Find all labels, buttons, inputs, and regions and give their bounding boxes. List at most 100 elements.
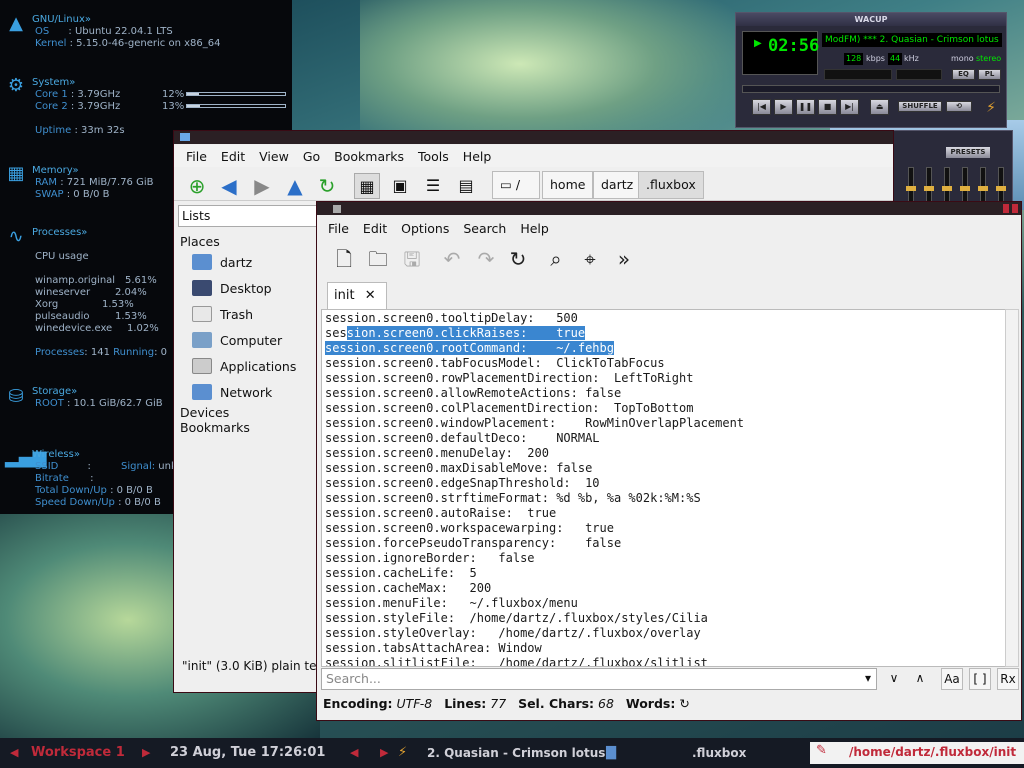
- winamp-title[interactable]: WACUP: [736, 13, 1006, 26]
- editor-scrollbar[interactable]: [1005, 309, 1019, 667]
- fm-statusbar: "init" (3.0 KiB) plain text: [182, 659, 322, 673]
- winamp-time: 02:56: [768, 36, 820, 56]
- task-winamp[interactable]: 2. Quasian - Crimson lotus (: [427, 738, 615, 768]
- fm-titlebar[interactable]: [174, 131, 893, 144]
- up-icon[interactable]: ▲: [282, 173, 308, 199]
- fm-toolbar: ⊕ ◀ ▶ ▲ ↻ ▦ ▣ ☰ ▤ ▭ / home dartz .fluxbox: [174, 169, 893, 201]
- task-file-manager[interactable]: .fluxbox: [692, 738, 746, 768]
- fm-menu-help[interactable]: Help: [456, 145, 499, 167]
- winamp-window[interactable]: WACUP ▶ 02:56 ModFM) *** 2. Quasian - Cr…: [735, 12, 1007, 128]
- gnu-title: GNU/Linux»: [32, 14, 91, 25]
- eq-slider[interactable]: [906, 167, 916, 203]
- cpu-icon: ⚙: [7, 75, 25, 96]
- equalizer-window[interactable]: PRESETS: [893, 130, 1013, 208]
- pause-icon[interactable]: ❚❚: [796, 99, 815, 115]
- fm-menu-go[interactable]: Go: [296, 145, 327, 167]
- eq-toggle-button[interactable]: EQ: [952, 69, 975, 80]
- stop-icon[interactable]: ■: [818, 99, 837, 115]
- more-icon[interactable]: »: [611, 246, 637, 272]
- seek-bar[interactable]: [742, 85, 1000, 93]
- volume-slider[interactable]: [824, 69, 892, 80]
- thumbnail-view-icon[interactable]: ▣: [387, 173, 413, 199]
- fm-menu-tools[interactable]: Tools: [411, 145, 456, 167]
- featherpad-window[interactable]: File Edit Options Search Help 🗋 🗀 🖫 ↶ ↷ …: [316, 201, 1022, 721]
- close-icon[interactable]: [1012, 204, 1018, 213]
- fp-statusbar: Encoding: UTF-8 Lines: 77 Sel. Chars: 68…: [323, 696, 690, 711]
- detail-view-icon[interactable]: ▤: [453, 173, 479, 199]
- eq-slider[interactable]: [978, 167, 988, 203]
- sidebar-item-desktop[interactable]: Desktop: [192, 280, 272, 296]
- devices-title[interactable]: Devices: [180, 405, 229, 420]
- whole-word-icon[interactable]: [ ]: [969, 668, 991, 690]
- icon-view-icon[interactable]: ▦: [354, 173, 380, 199]
- forward-icon[interactable]: ▶: [249, 173, 275, 199]
- eq-slider[interactable]: [942, 167, 952, 203]
- match-case-icon[interactable]: Aa: [941, 668, 963, 690]
- fm-menu-view[interactable]: View: [252, 145, 296, 167]
- search-history-icon[interactable]: ▾: [857, 668, 879, 690]
- fp-menu-options[interactable]: Options: [394, 217, 456, 241]
- find-icon[interactable]: ⌕: [543, 246, 569, 272]
- refresh-words-icon[interactable]: ↻: [679, 696, 689, 711]
- play-icon[interactable]: ▶: [774, 99, 793, 115]
- open-folder-icon[interactable]: 🗀: [365, 246, 391, 272]
- fp-menu-help[interactable]: Help: [513, 217, 556, 241]
- reload-icon[interactable]: ↻: [505, 246, 531, 272]
- tab-close-icon[interactable]: ✕: [365, 288, 376, 303]
- redo-icon[interactable]: ↷: [473, 246, 499, 272]
- back-icon[interactable]: ◀: [216, 173, 242, 199]
- fp-menu-search[interactable]: Search: [456, 217, 513, 241]
- search-input[interactable]: Search...: [321, 668, 877, 690]
- new-document-icon[interactable]: 🗋: [331, 246, 357, 272]
- fp-menu-edit[interactable]: Edit: [356, 217, 394, 241]
- fp-titlebar[interactable]: [317, 202, 1021, 215]
- crumb-root[interactable]: ▭ /: [492, 171, 540, 199]
- minimize-icon[interactable]: [1003, 204, 1009, 213]
- prev-task-icon[interactable]: ◀: [350, 738, 358, 768]
- bookmarks-title[interactable]: Bookmarks: [180, 420, 250, 435]
- core2-bar: [186, 104, 286, 108]
- regex-icon[interactable]: Rx: [997, 668, 1019, 690]
- workspace-name[interactable]: Workspace 1: [31, 738, 125, 768]
- presets-button[interactable]: PRESETS: [946, 147, 990, 158]
- shuffle-button[interactable]: SHUFFLE: [898, 101, 942, 112]
- fm-menu-bookmarks[interactable]: Bookmarks: [327, 145, 411, 167]
- find-down-icon[interactable]: ∨: [883, 668, 905, 690]
- fm-menu-edit[interactable]: Edit: [214, 145, 252, 167]
- sidebar-mode-select[interactable]: Lists: [178, 205, 324, 227]
- sidebar-item-dartz[interactable]: dartz: [192, 254, 252, 270]
- find-up-icon[interactable]: ∧: [909, 668, 931, 690]
- reload-icon[interactable]: ↻: [314, 173, 340, 199]
- sidebar-item-network[interactable]: Network: [192, 384, 272, 400]
- winamp-song: ModFM) *** 2. Quasian - Crimson lotus: [822, 33, 1002, 47]
- crumb-home[interactable]: home: [542, 171, 594, 199]
- pl-toggle-button[interactable]: PL: [978, 69, 1001, 80]
- crumb-dartz[interactable]: dartz: [593, 171, 642, 199]
- eject-icon[interactable]: ⏏: [870, 99, 889, 115]
- eq-slider[interactable]: [924, 167, 934, 203]
- sidebar-item-trash[interactable]: Trash: [192, 306, 253, 322]
- prev-icon[interactable]: |◀: [752, 99, 771, 115]
- prev-workspace-icon[interactable]: ◀: [10, 738, 18, 768]
- replace-icon[interactable]: ⌖: [577, 246, 603, 272]
- balance-slider[interactable]: [896, 69, 942, 80]
- fm-menu-file[interactable]: File: [174, 145, 214, 167]
- save-icon[interactable]: 🖫: [399, 246, 425, 272]
- sidebar-item-computer[interactable]: Computer: [192, 332, 282, 348]
- eq-slider[interactable]: [960, 167, 970, 203]
- sidebar-item-applications[interactable]: Applications: [192, 358, 296, 374]
- new-tab-icon[interactable]: ⊕: [184, 173, 210, 199]
- crumb-fluxbox[interactable]: .fluxbox: [638, 171, 704, 199]
- eq-slider[interactable]: [996, 167, 1006, 203]
- compact-view-icon[interactable]: ☰: [420, 173, 446, 199]
- text-editor[interactable]: session.screen0.tooltipDelay: 500 sessio…: [321, 309, 1009, 667]
- next-task-icon[interactable]: ▶: [380, 738, 388, 768]
- memory-title: Memory»: [32, 165, 79, 176]
- task-featherpad[interactable]: ✎ /home/dartz/.fluxbox/init: [810, 742, 1024, 764]
- repeat-icon[interactable]: ⟲: [946, 101, 972, 112]
- next-icon[interactable]: ▶|: [840, 99, 859, 115]
- undo-icon[interactable]: ↶: [439, 246, 465, 272]
- tab-init[interactable]: init ✕: [327, 282, 387, 310]
- next-workspace-icon[interactable]: ▶: [142, 738, 150, 768]
- fp-menu-file[interactable]: File: [321, 217, 356, 241]
